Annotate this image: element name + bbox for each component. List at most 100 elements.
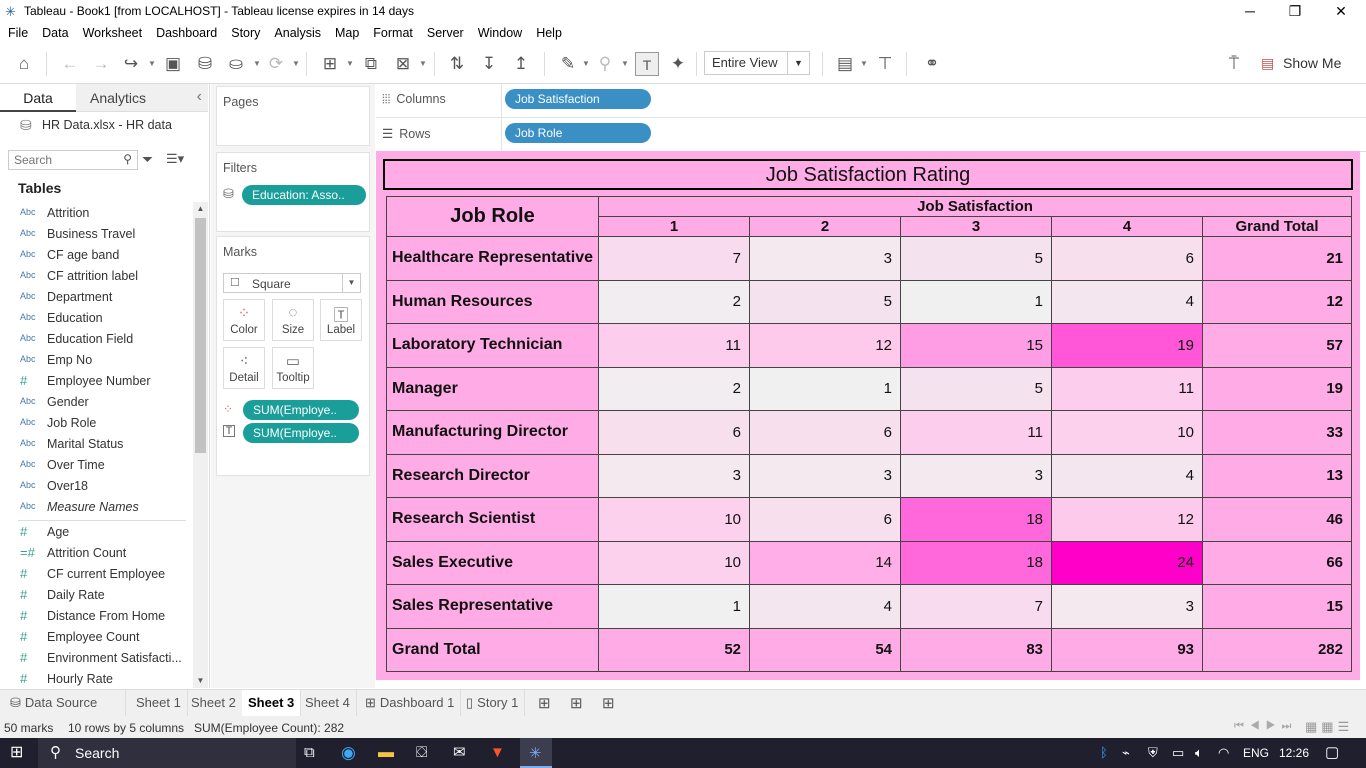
clock[interactable]: 12:26: [1279, 738, 1309, 768]
home-icon[interactable]: ⌂: [12, 52, 36, 76]
heatmap-cell[interactable]: 4: [1051, 453, 1203, 498]
row-header[interactable]: Sales Executive: [386, 540, 599, 585]
menu-analysis[interactable]: Analysis: [266, 24, 327, 40]
chevron-down-icon[interactable]: ▼: [582, 52, 590, 76]
row-header[interactable]: Sales Representative: [386, 584, 599, 629]
heatmap-cell[interactable]: 14: [749, 540, 901, 585]
battery-icon[interactable]: ▭: [1172, 738, 1184, 768]
tooltip-button[interactable]: ▭ Tooltip: [272, 347, 314, 389]
heatmap-cell[interactable]: 3: [900, 453, 1052, 498]
field-education[interactable]: Abc Education: [0, 309, 192, 330]
tab-sheet-4[interactable]: Sheet 4: [299, 690, 357, 717]
field-environment-satisfacti[interactable]: # Environment Satisfacti...: [0, 649, 192, 670]
group-members-icon[interactable]: ⚲: [593, 52, 617, 76]
pause-updates-icon[interactable]: ⛀: [224, 52, 248, 76]
highlight-icon[interactable]: ✎: [556, 52, 580, 76]
grand-total-cell[interactable]: 54: [749, 627, 901, 672]
bluetooth-icon[interactable]: ᛒ: [1100, 738, 1108, 768]
clear-sheet-icon[interactable]: ⊠: [391, 52, 415, 76]
field-measure-names[interactable]: Abc Measure Names: [0, 498, 192, 519]
field-list-scrollbar[interactable]: ▲ ▼: [193, 202, 208, 688]
replay-icon[interactable]: ↪: [119, 52, 143, 76]
tab-sheet-2[interactable]: Sheet 2: [185, 690, 243, 717]
row-header[interactable]: Human Resources: [386, 279, 599, 324]
field-department[interactable]: Abc Department: [0, 288, 192, 309]
heatmap-cell[interactable]: 11: [598, 323, 750, 368]
field-gender[interactable]: Abc Gender: [0, 393, 192, 414]
label-button[interactable]: 🅃 Label: [320, 299, 362, 341]
row-grand-total-cell[interactable]: 46: [1202, 497, 1352, 542]
minimize-button[interactable]: ─: [1227, 0, 1273, 24]
heatmap-cell[interactable]: 3: [749, 453, 901, 498]
search-field[interactable]: ⚲: [8, 150, 138, 170]
row-header[interactable]: Laboratory Technician: [386, 323, 599, 368]
size-button[interactable]: ◌ Size: [272, 299, 314, 341]
field-cf-age-band[interactable]: Abc CF age band: [0, 246, 192, 267]
row-header[interactable]: Research Director: [386, 453, 599, 498]
heatmap-cell[interactable]: 2: [598, 279, 750, 324]
heatmap-cell[interactable]: 18: [900, 497, 1052, 542]
heatmap-cell[interactable]: 4: [749, 584, 901, 629]
menu-help[interactable]: Help: [528, 24, 568, 40]
row-grand-total-cell[interactable]: 15: [1202, 584, 1352, 629]
presentation-mode-icon[interactable]: ⊤: [873, 52, 897, 76]
field-daily-rate[interactable]: # Daily Rate: [0, 586, 192, 607]
view-options-icon[interactable]: ☰▾: [166, 151, 184, 167]
field-job-role[interactable]: Abc Job Role: [0, 414, 192, 435]
heatmap-cell[interactable]: 12: [749, 323, 901, 368]
chevron-down-icon[interactable]: ▼: [253, 52, 261, 76]
row-grand-total-cell[interactable]: 13: [1202, 453, 1352, 498]
mail-icon[interactable]: ✉: [453, 738, 466, 768]
row-header[interactable]: Healthcare Representative: [386, 236, 599, 281]
heatmap-cell[interactable]: 5: [900, 366, 1052, 411]
scrollbar-thumb[interactable]: [195, 218, 206, 453]
rows-pill-job-role[interactable]: Job Role: [505, 123, 651, 143]
row-header[interactable]: Manager: [386, 366, 599, 411]
restore-button[interactable]: ❐: [1272, 0, 1318, 24]
page-navigation-icon[interactable]: ⏮◀▶⏭: [1234, 720, 1297, 733]
menu-worksheet[interactable]: Worksheet: [75, 24, 149, 40]
undo-icon[interactable]: ←: [58, 52, 82, 76]
row-header[interactable]: Research Scientist: [386, 497, 599, 542]
row-grand-total-cell[interactable]: 57: [1202, 323, 1352, 368]
new-story-tab-icon[interactable]: ⊞: [602, 694, 615, 712]
field-education-field[interactable]: Abc Education Field: [0, 330, 192, 351]
chevron-down-icon[interactable]: ▼: [148, 52, 156, 76]
tab-sheet-3[interactable]: Sheet 3: [242, 690, 302, 717]
view-mode-icon[interactable]: ▦▦☰: [1305, 719, 1353, 735]
mark-type-dropdown[interactable]: ☐ Square ▼: [223, 273, 361, 293]
row-header-job-role[interactable]: Job Role: [386, 196, 599, 237]
new-datasource-icon[interactable]: ⛁: [193, 52, 217, 76]
field-attrition[interactable]: Abc Attrition: [0, 204, 192, 225]
heatmap-cell[interactable]: 4: [1051, 279, 1203, 324]
sort-descending-icon[interactable]: ↥: [509, 52, 533, 76]
swap-rows-columns-icon[interactable]: ⇅: [445, 52, 469, 76]
format-painter-icon[interactable]: ⍑: [1222, 52, 1246, 76]
close-button[interactable]: ✕: [1318, 0, 1364, 24]
rows-shelf[interactable]: ☰ Rows Job Role: [376, 118, 1366, 152]
cards-icon[interactable]: ▤: [833, 52, 857, 76]
heatmap-cell[interactable]: 6: [749, 410, 901, 455]
task-view-icon[interactable]: ⧉: [304, 738, 315, 768]
row-grand-total-cell[interactable]: 19: [1202, 366, 1352, 411]
column-header[interactable]: Grand Total: [1202, 216, 1352, 237]
show-mark-labels-icon[interactable]: T: [635, 52, 659, 76]
heatmap-cell[interactable]: 3: [749, 236, 901, 281]
heatmap-cell[interactable]: 7: [598, 236, 750, 281]
heatmap-cell[interactable]: 12: [1051, 497, 1203, 542]
heatmap-cell[interactable]: 1: [598, 584, 750, 629]
wifi-icon[interactable]: ◠: [1218, 738, 1229, 768]
language-indicator[interactable]: ENG: [1243, 738, 1269, 768]
heatmap-cell[interactable]: 3: [1051, 584, 1203, 629]
field-employee-number[interactable]: # Employee Number: [0, 372, 192, 393]
chevron-down-icon[interactable]: ▼: [621, 52, 629, 76]
tab-analytics[interactable]: Analytics ‹: [76, 84, 208, 112]
menu-format[interactable]: Format: [365, 24, 419, 40]
save-icon[interactable]: ▣: [161, 52, 185, 76]
share-icon[interactable]: ⚭: [920, 52, 944, 76]
column-header[interactable]: 3: [900, 216, 1052, 237]
tab-data-source[interactable]: ⛁ Data Source: [0, 690, 126, 717]
color-pill[interactable]: SUM(Employe..: [243, 400, 359, 420]
label-pill[interactable]: SUM(Employe..: [243, 423, 359, 443]
chevron-down-icon[interactable]: ▼: [292, 52, 300, 76]
